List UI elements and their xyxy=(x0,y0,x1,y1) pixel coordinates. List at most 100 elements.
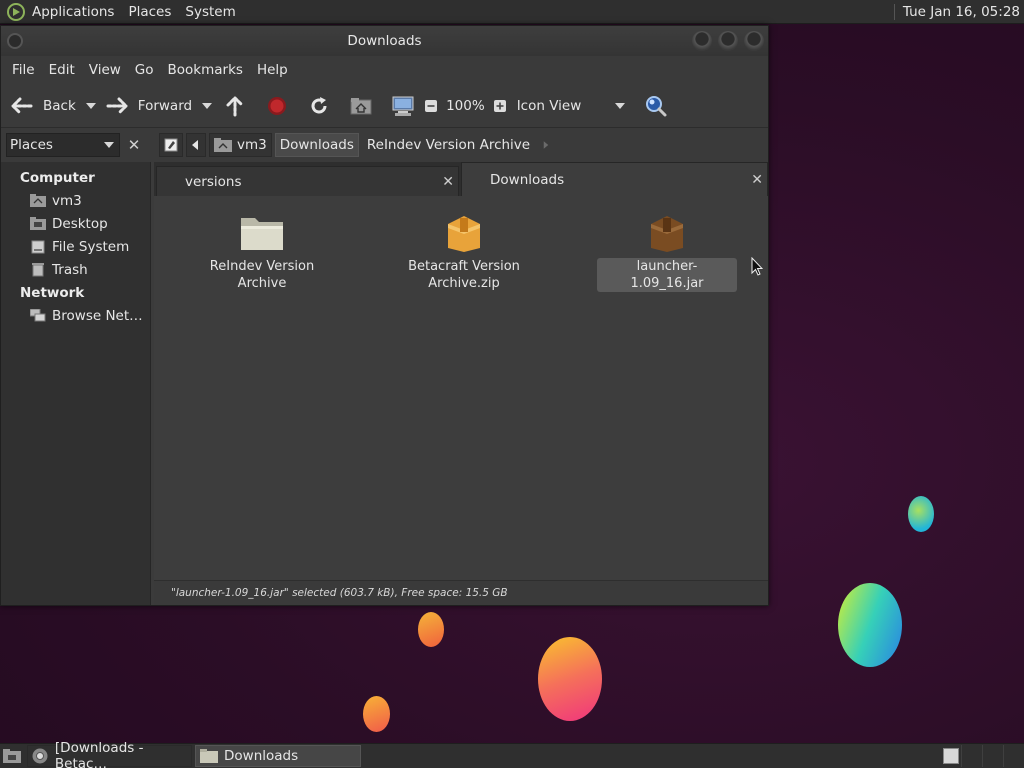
decorative-bubble xyxy=(908,496,934,532)
forward-arrow-icon xyxy=(104,93,130,119)
folder-icon xyxy=(192,206,332,252)
zoom-in-icon[interactable] xyxy=(491,93,509,119)
stop-icon[interactable] xyxy=(264,93,290,119)
tab-versions[interactable]: versions ✕ xyxy=(156,166,459,196)
menu-view[interactable]: View xyxy=(82,62,128,78)
sidebar-item-vm3[interactable]: vm3 xyxy=(1,189,150,212)
sidebar-item-trash[interactable]: Trash xyxy=(1,258,150,281)
places-menu[interactable]: Places xyxy=(121,4,178,20)
search-icon[interactable] xyxy=(643,93,669,119)
applications-menu[interactable]: Applications xyxy=(25,4,121,20)
breadcrumb-vm3[interactable]: vm3 xyxy=(209,133,272,157)
breadcrumb-forward-arrow[interactable] xyxy=(538,133,554,157)
workspace-4[interactable] xyxy=(1003,745,1024,767)
mouse-cursor-icon xyxy=(751,257,763,276)
file-manager-window: Downloads File Edit View Go Bookmarks He… xyxy=(0,25,769,606)
toggle-location-entry-button[interactable] xyxy=(159,133,183,157)
workspace-3[interactable] xyxy=(982,745,1003,767)
zip-archive-icon xyxy=(394,206,534,252)
workspace-2[interactable] xyxy=(961,745,982,767)
chevron-right-icon xyxy=(543,141,549,149)
taskbar-task-downloads[interactable]: Downloads xyxy=(195,745,361,767)
home-folder-icon xyxy=(214,138,232,152)
menu-file[interactable]: File xyxy=(5,62,42,78)
file-item-betacraft-version-archive-zip[interactable]: Betacraft Version Archive.zip xyxy=(394,206,534,292)
breadcrumb-downloads[interactable]: Downloads xyxy=(274,133,359,157)
menu-help[interactable]: Help xyxy=(250,62,295,78)
workspace-1[interactable] xyxy=(940,745,961,767)
decorative-bubble xyxy=(363,696,390,732)
sidebar-item-file-system[interactable]: File System xyxy=(1,235,150,258)
forward-label: Forward xyxy=(137,97,193,114)
sidebar-item-desktop[interactable]: Desktop xyxy=(1,212,150,235)
zoom-level: 100% xyxy=(446,97,485,114)
top-panel: Applications Places System Tue Jan 16, 0… xyxy=(0,0,1024,24)
forward-button[interactable]: Forward xyxy=(104,84,192,127)
view-mode-combo[interactable]: Icon View xyxy=(517,98,582,114)
zoom-out-icon[interactable] xyxy=(422,93,440,119)
window-titlebar[interactable]: Downloads xyxy=(1,26,768,56)
file-item-launcher-jar[interactable]: launcher-1.09_16.jar xyxy=(597,206,737,292)
chevron-left-icon xyxy=(192,140,198,150)
menubar: File Edit View Go Bookmarks Help xyxy=(1,56,768,84)
drive-icon xyxy=(30,239,46,255)
places-sidebar: Computer vm3 Desktop File System Trash N xyxy=(1,162,151,605)
sidebar-item-browse-network[interactable]: Browse Net… xyxy=(1,304,150,327)
file-view-pane: versions ✕ Downloads ✕ ReIndev Version A… xyxy=(154,162,768,605)
forward-history-dropdown[interactable] xyxy=(202,102,213,109)
file-item-reindev-version-archive[interactable]: ReIndev Version Archive xyxy=(192,206,332,292)
panel-clock[interactable]: Tue Jan 16, 05:28 xyxy=(903,4,1024,20)
tab-bar: versions ✕ Downloads ✕ xyxy=(154,162,768,196)
decorative-bubble xyxy=(538,637,602,721)
status-bar: "launcher-1.09_16.jar" selected (603.7 k… xyxy=(154,580,768,605)
sidebar-heading-computer: Computer xyxy=(20,169,95,186)
status-text: "launcher-1.09_16.jar" selected (603.7 k… xyxy=(171,587,508,599)
back-label: Back xyxy=(43,97,76,114)
minimize-button[interactable] xyxy=(692,31,712,51)
jar-archive-icon xyxy=(597,206,737,252)
close-window-button[interactable] xyxy=(744,31,764,51)
sidebar-heading-network: Network xyxy=(20,284,85,301)
distro-logo-icon[interactable] xyxy=(7,2,25,21)
back-arrow-icon xyxy=(9,93,35,119)
chrome-icon xyxy=(32,748,49,764)
close-tab-icon[interactable]: ✕ xyxy=(751,172,763,188)
back-button[interactable]: Back xyxy=(9,84,76,127)
breadcrumb: vm3 Downloads ReIndev Version Archive xyxy=(159,133,554,157)
menu-edit[interactable]: Edit xyxy=(42,62,82,78)
back-history-dropdown[interactable] xyxy=(85,102,96,109)
selected-file-label: launcher-1.09_16.jar xyxy=(597,258,737,292)
location-bar: Places ✕ vm3 Downloads ReIndev Version A… xyxy=(1,128,768,162)
file-grid: ReIndev Version Archive Betacraft Versio… xyxy=(154,196,768,576)
desktop-icon xyxy=(30,216,46,232)
up-arrow-icon[interactable] xyxy=(222,93,248,119)
menu-bookmarks[interactable]: Bookmarks xyxy=(161,62,250,78)
breadcrumb-back-arrow[interactable] xyxy=(186,133,206,157)
taskbar-task-browser[interactable]: [Downloads - Betac… xyxy=(27,740,192,768)
maximize-button[interactable] xyxy=(718,31,738,51)
computer-icon[interactable] xyxy=(390,93,416,119)
home-folder-icon xyxy=(30,193,46,209)
system-menu[interactable]: System xyxy=(178,4,242,20)
reload-icon[interactable] xyxy=(306,93,332,119)
decorative-bubble xyxy=(418,612,444,647)
window-menu-icon[interactable] xyxy=(7,33,23,49)
trash-icon xyxy=(30,262,46,278)
main-toolbar: Back Forward 100% Icon View xyxy=(1,84,768,128)
bottom-taskbar: [Downloads - Betac… Downloads xyxy=(0,740,1024,768)
show-desktop-icon[interactable] xyxy=(0,745,24,767)
menu-go[interactable]: Go xyxy=(128,62,161,78)
tab-downloads[interactable]: Downloads ✕ xyxy=(461,162,768,196)
close-side-pane-button[interactable]: ✕ xyxy=(124,135,144,155)
window-title: Downloads xyxy=(347,33,422,49)
side-pane-label: Places xyxy=(10,137,53,153)
home-icon[interactable] xyxy=(348,93,374,119)
breadcrumb-reindev-version-archive[interactable]: ReIndev Version Archive xyxy=(362,133,535,157)
close-tab-icon[interactable]: ✕ xyxy=(442,174,454,190)
view-mode-dropdown[interactable] xyxy=(615,102,626,109)
decorative-bubble xyxy=(838,583,902,667)
folder-icon xyxy=(200,748,218,764)
edit-location-icon xyxy=(164,138,178,152)
chevron-down-icon xyxy=(104,142,114,148)
side-pane-selector[interactable]: Places xyxy=(6,133,120,157)
